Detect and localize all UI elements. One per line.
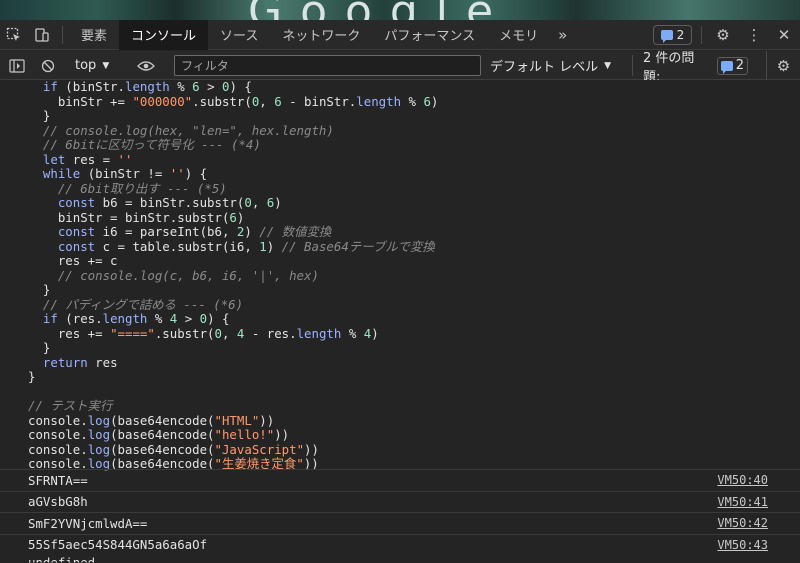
source-link[interactable]: VM50:40 <box>717 473 768 487</box>
toolbar-divider <box>62 25 63 44</box>
tab-memory[interactable]: メモリ <box>487 20 550 50</box>
code-line: const i6 = parseInt(b6, 2) // 数値変換 <box>57 224 332 239</box>
code-line: // 6bit取り出す --- (*5) <box>57 180 227 196</box>
code-line: console.log(base64encode("hello!")) <box>28 427 290 442</box>
live-expression-eye-icon[interactable] <box>134 51 158 80</box>
chevron-down-icon: ▼ <box>102 60 110 71</box>
code-line: binStr = binStr.substr(6) <box>28 209 245 225</box>
issues-count-badge: 2 <box>716 56 748 75</box>
background-logo-fragment: G o o g l e <box>248 0 495 20</box>
issues-badge-button[interactable]: 2 <box>653 25 692 45</box>
code-line: binStr += "000000".substr(0, 6 - binStr.… <box>28 93 439 109</box>
console-message-text: aGVsbG8h <box>28 494 88 509</box>
toolbar-divider <box>701 26 702 44</box>
chevron-down-icon: ▼ <box>604 60 612 71</box>
issues-count-number: 2 <box>735 58 744 73</box>
code-line: while (binStr != '') { <box>42 166 208 181</box>
console-message-row: SmF2YVNjcmlwdA== VM50:42 <box>0 512 800 533</box>
issues-count-button[interactable]: 2 件の問題: 2 <box>632 51 748 85</box>
more-tabs-icon[interactable]: » <box>550 26 575 44</box>
tab-performance[interactable]: パフォーマンス <box>372 20 487 50</box>
close-icon[interactable]: ✕ <box>768 20 800 50</box>
console-message-text: SmF2YVNjcmlwdA== <box>28 515 148 531</box>
issues-count-label: 2 件の問題: <box>643 50 695 85</box>
console-message-row: 55Sf5aec54S844GN5a6a6aOf VM50:43 <box>0 533 800 555</box>
tab-console[interactable]: コンソール <box>119 19 209 50</box>
code-line: if (res.length % 4 > 0) { <box>42 311 230 326</box>
tab-network[interactable]: ネットワーク <box>270 20 372 50</box>
console-toolbar: top ▼ デフォルト レベル ▼ 2 件の問題: 2 ⚙ <box>0 51 800 85</box>
page-background-photo: G o o g l e <box>0 0 800 20</box>
log-level-label: デフォルト レベル <box>490 60 599 75</box>
code-line: if (binStr.length % 6 > 0) { <box>42 80 252 94</box>
code-line: } <box>28 282 51 297</box>
code-line: res += c <box>28 253 118 268</box>
devtools-tabbar: 要素 コンソール ソース ネットワーク パフォーマンス メモリ » 2 ⚙ ⋮ … <box>0 19 800 50</box>
sidebar-toggle-icon[interactable] <box>6 51 28 80</box>
source-link[interactable]: VM50:43 <box>717 538 768 552</box>
tab-sources[interactable]: ソース <box>208 20 270 50</box>
inspect-element-icon[interactable] <box>0 20 28 50</box>
console-output-area[interactable]: if (binStr.length % 6 > 0) { binStr += "… <box>0 80 800 563</box>
code-line: } <box>28 108 51 123</box>
console-message-text: SFRNTA== <box>28 472 88 488</box>
code-line: console.log(base64encode("JavaScript")) <box>28 441 319 457</box>
code-line: // テスト実行 <box>28 398 113 413</box>
code-line: } <box>28 369 36 384</box>
code-line: // console.log(c, b6, i6, '|', hex) <box>57 267 319 283</box>
log-level-selector[interactable]: デフォルト レベル ▼ <box>490 51 611 80</box>
code-line: console.log(base64encode("HTML")) <box>28 412 275 428</box>
code-line: } <box>28 340 51 355</box>
code-line: return res <box>42 354 118 370</box>
issues-badge-count: 2 <box>676 28 685 42</box>
more-options-icon[interactable]: ⋮ <box>740 20 768 50</box>
code-line: // 6bitに区切って符号化 --- (*4) <box>42 137 261 152</box>
tab-elements[interactable]: 要素 <box>69 20 119 50</box>
console-result-partial: undefined <box>28 555 96 563</box>
code-line: // パディングで詰める --- (*6) <box>42 296 244 312</box>
message-icon <box>660 30 673 43</box>
source-link[interactable]: VM50:41 <box>717 495 768 509</box>
source-link[interactable]: VM50:42 <box>717 516 768 530</box>
code-line: const c = table.substr(i6, 1) // Base64テ… <box>57 238 435 254</box>
settings-gear-icon[interactable]: ⚙ <box>706 20 740 50</box>
code-line: res += "====".substr(0, 4 - res.length %… <box>28 325 379 341</box>
code-block: if (binStr.length % 6 > 0) { binStr += "… <box>28 80 438 472</box>
code-line: let res = '' <box>42 151 133 167</box>
context-selector[interactable]: top ▼ <box>75 51 109 80</box>
device-toolbar-icon[interactable] <box>28 20 56 50</box>
code-line: // console.log(hex, "len=", hex.length) <box>42 122 334 138</box>
console-message-text: 55Sf5aec54S844GN5a6a6aOf <box>28 537 208 552</box>
console-settings-gear-icon[interactable]: ⚙ <box>766 51 800 80</box>
filter-input[interactable] <box>174 55 481 76</box>
console-message-row: aGVsbG8h VM50:41 <box>0 490 800 512</box>
code-line: const b6 = binStr.substr(0, 6) <box>57 195 282 210</box>
message-icon <box>720 60 733 74</box>
console-message-row: SFRNTA== VM50:40 <box>0 469 800 490</box>
context-label: top <box>75 58 97 73</box>
clear-console-icon[interactable] <box>37 51 59 80</box>
